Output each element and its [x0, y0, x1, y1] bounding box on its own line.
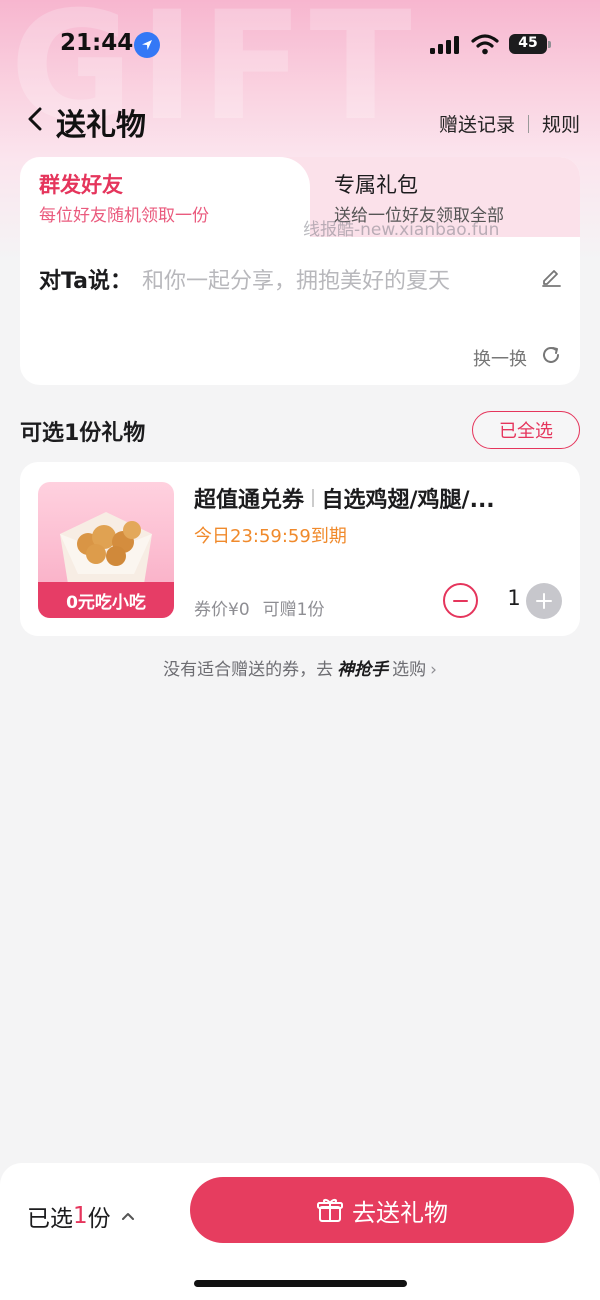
selected-count: 1 — [73, 1203, 88, 1229]
back-arrow-icon[interactable] — [26, 106, 46, 132]
message-label: 对Ta说： — [39, 269, 133, 294]
gift-icon — [317, 1199, 343, 1222]
product-name-prefix: 超值通兑券 — [194, 488, 305, 513]
page-title: 送礼物 — [56, 108, 146, 143]
product-name-suffix: 自选鸡翅/鸡腿/... — [321, 488, 495, 513]
product-badge: 0元吃小吃 — [38, 582, 174, 618]
send-gift-button[interactable]: 去送礼物 — [190, 1177, 574, 1243]
header-divider — [527, 114, 529, 133]
coupon-price: 券价¥0 — [194, 600, 250, 620]
brand-logo-text[interactable]: 神抢手 — [337, 660, 388, 680]
swap-message-button[interactable]: 换一换 — [473, 345, 527, 371]
wifi-icon — [471, 34, 499, 55]
gift-item-card[interactable]: 0元吃小吃 超值通兑券 自选鸡翅/鸡腿/... 今日23:59:59到期 券价¥… — [20, 462, 580, 636]
decrease-quantity-button[interactable] — [443, 583, 478, 618]
name-divider — [312, 489, 314, 507]
status-bar: 21:44 45 — [0, 0, 600, 90]
watermark-text: 线报酷-new.xianbao.fun — [303, 220, 500, 240]
location-arrow-icon — [134, 32, 160, 58]
rules-link[interactable]: 规则 — [542, 110, 580, 137]
message-input[interactable]: 和你一起分享，拥抱美好的夏天 — [142, 263, 450, 295]
shop-hint[interactable]: 没有适合赠送的券，去 神抢手 选购 › — [0, 655, 600, 680]
cellular-signal-icon — [430, 36, 459, 54]
product-name: 超值通兑券 自选鸡翅/鸡腿/... — [194, 482, 495, 514]
section-title: 可选1份礼物 — [20, 421, 146, 446]
header-links: 赠送记录 规则 — [439, 110, 580, 137]
select-all-button[interactable]: 已全选 — [472, 411, 580, 449]
status-time: 21:44 — [60, 30, 134, 56]
hint-action[interactable]: 选购 — [392, 660, 426, 680]
product-meta: 券价¥0 可赠1份 — [194, 595, 324, 620]
increase-quantity-button[interactable] — [526, 583, 562, 619]
selected-prefix: 已选 — [27, 1206, 73, 1232]
send-gift-label: 去送礼物 — [352, 1198, 448, 1227]
message-card: 群发好友 每位好友随机领取一份 专属礼包 送给一位好友领取全部 对Ta说： 和你… — [20, 157, 580, 385]
selected-suffix: 份 — [87, 1206, 111, 1232]
chevron-right-icon: › — [430, 660, 437, 680]
chevron-up-icon — [121, 1213, 134, 1220]
hint-text: 没有适合赠送的券，去 — [163, 660, 334, 680]
tab-exclusive-pack-title[interactable]: 专属礼包 — [334, 169, 418, 199]
tab-group-send-title[interactable]: 群发好友 — [39, 169, 123, 199]
giftable-count: 可赠1份 — [262, 600, 325, 620]
bottom-bar: 已选 1 份 去送礼物 — [0, 1163, 600, 1300]
product-expiry: 今日23:59:59到期 — [194, 526, 347, 547]
battery-level: 45 — [518, 35, 538, 51]
gift-record-link[interactable]: 赠送记录 — [439, 110, 515, 137]
refresh-icon[interactable] — [540, 344, 562, 366]
battery-icon: 45 — [509, 34, 551, 54]
selected-summary[interactable]: 已选 1 份 — [27, 1199, 135, 1233]
quantity-value: 1 — [507, 586, 521, 610]
edit-pencil-icon[interactable] — [540, 265, 562, 287]
tab-group-send-subtitle: 每位好友随机领取一份 — [39, 206, 209, 226]
home-indicator[interactable] — [194, 1280, 407, 1287]
product-image: 0元吃小吃 — [38, 482, 174, 618]
